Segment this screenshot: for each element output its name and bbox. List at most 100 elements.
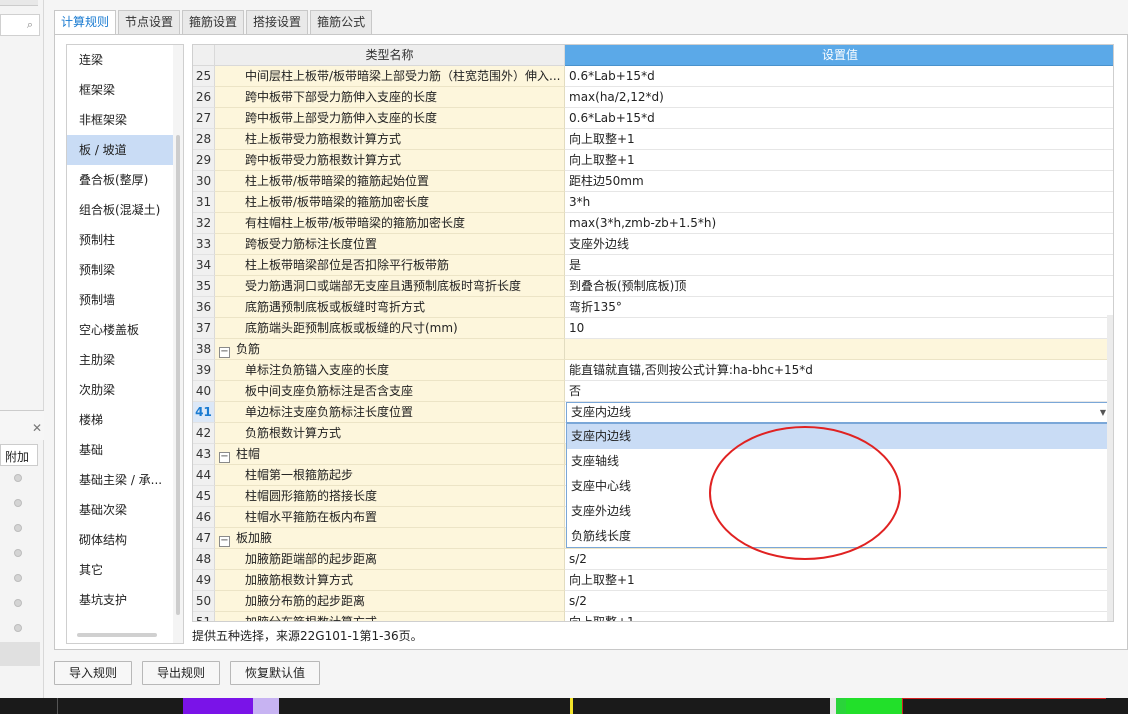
export-rules-button[interactable]: 导出规则: [142, 661, 221, 685]
setting-value-cell[interactable]: [565, 339, 1113, 360]
collapse-icon[interactable]: −: [219, 347, 230, 358]
close-icon[interactable]: ✕: [32, 421, 42, 435]
group-name-cell[interactable]: − 板加腋: [215, 528, 565, 549]
table-row[interactable]: 32 有柱帽柱上板带/板带暗梁的箍筋加密长度 max(3*h,zmb-zb+1.5*…: [193, 213, 1113, 234]
fujia-label[interactable]: 附加: [0, 444, 38, 466]
setting-value-cell[interactable]: 是: [565, 255, 1113, 276]
radio-dot[interactable]: [14, 599, 22, 607]
radio-dot[interactable]: [14, 574, 22, 582]
category-item[interactable]: 基础主梁 / 承...: [67, 465, 173, 495]
setting-value-cell[interactable]: 10: [565, 318, 1113, 339]
tab-bar: 计算规则 节点设置 箍筋设置 搭接设置 箍筋公式: [54, 10, 374, 35]
table-row[interactable]: 26 跨中板带下部受力筋伸入支座的长度 max(ha/2,12*d): [193, 87, 1113, 108]
table-row[interactable]: 28 柱上板带受力筋根数计算方式 向上取整+1: [193, 129, 1113, 150]
grid-scrollbar[interactable]: [1107, 315, 1113, 621]
table-row[interactable]: 48 加腋筋距端部的起步距离 s/2: [193, 549, 1113, 570]
category-item[interactable]: 楼梯: [67, 405, 173, 435]
setting-value-cell[interactable]: 弯折135°: [565, 297, 1113, 318]
category-item[interactable]: 次肋梁: [67, 375, 173, 405]
chevron-down-icon[interactable]: ▼: [1100, 403, 1106, 422]
tab-content: 连梁 框架梁 非框架梁板 / 坡道 叠合板(整厚) 组合板(混凝土) 预制柱 预制梁 预制墙空…: [54, 34, 1128, 650]
tab-4[interactable]: 箍筋公式: [310, 10, 373, 34]
category-item[interactable]: 组合板(混凝土): [67, 195, 173, 225]
table-row[interactable]: 34 柱上板带暗梁部位是否扣除平行板带筋 是: [193, 255, 1113, 276]
setting-value-cell[interactable]: 向上取整+1: [565, 570, 1113, 591]
category-item[interactable]: 框架梁: [67, 75, 173, 105]
table-row[interactable]: 31 柱上板带/板带暗梁的箍筋加密长度 3*h: [193, 192, 1113, 213]
table-row[interactable]: 25 中间层柱上板带/板带暗梁上部受力筋（柱宽范围外）伸入... 0.6*Lab+1…: [193, 66, 1113, 87]
setting-value-cell[interactable]: 3*h: [565, 192, 1113, 213]
setting-value-cell[interactable]: 向上取整+1: [565, 612, 1113, 621]
category-item[interactable]: 基坑支护: [67, 585, 173, 615]
table-row[interactable]: 30 柱上板带/板带暗梁的箍筋起始位置 距柱边50mm: [193, 171, 1113, 192]
table-row[interactable]: 36 底筋遇预制底板或板缝时弯折方式 弯折135°: [193, 297, 1113, 318]
collapse-icon[interactable]: −: [219, 452, 230, 463]
setting-value-cell[interactable]: s/2: [565, 549, 1113, 570]
tab-3[interactable]: 搭接设置: [246, 10, 309, 34]
radio-dot[interactable]: [14, 624, 22, 632]
table-row[interactable]: 49 加腋筋根数计算方式 向上取整+1: [193, 570, 1113, 591]
dropdown-option[interactable]: 支座轴线: [567, 449, 1113, 474]
setting-value-cell[interactable]: 支座外边线: [565, 234, 1113, 255]
type-name-text: 跨中板带受力筋根数计算方式: [245, 153, 402, 167]
dropdown-option[interactable]: 支座外边线: [567, 499, 1113, 524]
radio-dot[interactable]: [14, 549, 22, 557]
setting-value-cell[interactable]: s/2: [565, 591, 1113, 612]
category-item[interactable]: 主肋梁: [67, 345, 173, 375]
category-item[interactable]: 基础次梁: [67, 495, 173, 525]
dropdown-option[interactable]: 负筋线长度: [567, 524, 1113, 549]
row-number: 43: [193, 444, 215, 465]
category-item[interactable]: 预制墙: [67, 285, 173, 315]
radio-dot[interactable]: [14, 524, 22, 532]
category-item[interactable]: 板 / 坡道: [67, 135, 173, 165]
group-name-cell[interactable]: − 负筋: [215, 339, 565, 360]
table-row[interactable]: 50 加腋分布筋的起步距离 s/2: [193, 591, 1113, 612]
setting-value-cell[interactable]: 到叠合板(预制底板)顶: [565, 276, 1113, 297]
table-row[interactable]: 29 跨中板带受力筋根数计算方式 向上取整+1: [193, 150, 1113, 171]
radio-dot[interactable]: [14, 499, 22, 507]
category-scrollbar[interactable]: [173, 45, 183, 643]
table-row[interactable]: 35 受力筋遇洞口或端部无支座且遇预制底板时弯折长度 到叠合板(预制底板)顶: [193, 276, 1113, 297]
setting-value-cell[interactable]: 向上取整+1: [565, 129, 1113, 150]
category-item[interactable]: 其它: [67, 555, 173, 585]
setting-value-cell[interactable]: max(3*h,zmb-zb+1.5*h): [565, 213, 1113, 234]
radio-dot[interactable]: [14, 474, 22, 482]
scrollbar-thumb[interactable]: [176, 135, 180, 615]
category-item[interactable]: 连梁: [67, 45, 173, 75]
group-name-cell[interactable]: − 柱帽: [215, 444, 565, 465]
setting-value-cell[interactable]: 能直锚就直锚,否则按公式计算:ha-bhc+15*d: [565, 360, 1113, 381]
setting-value-cell[interactable]: 0.6*Lab+15*d: [565, 66, 1113, 87]
tab-0[interactable]: 计算规则: [54, 10, 117, 35]
background-search-box[interactable]: ⌕: [0, 14, 40, 36]
table-row[interactable]: 33 跨板受力筋标注长度位置 支座外边线: [193, 234, 1113, 255]
setting-value-cell[interactable]: 向上取整+1: [565, 150, 1113, 171]
type-name-text: 加腋分布筋的起步距离: [245, 594, 366, 608]
category-item[interactable]: 非框架梁: [67, 105, 173, 135]
category-item[interactable]: 空心楼盖板: [67, 315, 173, 345]
setting-value-cell[interactable]: 距柱边50mm: [565, 171, 1113, 192]
category-item[interactable]: 砌体结构: [67, 525, 173, 555]
setting-value-combobox[interactable]: 支座内边线 ▼: [566, 402, 1113, 423]
dropdown-option[interactable]: 支座中心线: [567, 474, 1113, 499]
category-item[interactable]: 叠合板(整厚): [67, 165, 173, 195]
table-row[interactable]: 39 单标注负筋锚入支座的长度 能直锚就直锚,否则按公式计算:ha-bhc+15*d: [193, 360, 1113, 381]
table-row[interactable]: 37 底筋端头距预制底板或板缝的尺寸(mm) 10: [193, 318, 1113, 339]
setting-value-cell[interactable]: 0.6*Lab+15*d: [565, 108, 1113, 129]
table-row[interactable]: 51 加腋分布筋根数计算方式 向上取整+1: [193, 612, 1113, 621]
setting-value-cell[interactable]: max(ha/2,12*d): [565, 87, 1113, 108]
dropdown-option[interactable]: 支座内边线: [567, 424, 1113, 449]
tab-2[interactable]: 箍筋设置: [182, 10, 245, 34]
category-item[interactable]: 预制梁: [67, 255, 173, 285]
import-rules-button[interactable]: 导入规则: [54, 661, 133, 685]
restore-defaults-button[interactable]: 恢复默认值: [230, 661, 321, 685]
tab-1[interactable]: 节点设置: [118, 10, 181, 34]
collapse-icon[interactable]: −: [219, 536, 230, 547]
category-item[interactable]: 预制柱: [67, 225, 173, 255]
category-hscrollbar[interactable]: [77, 633, 157, 637]
table-row[interactable]: 27 跨中板带上部受力筋伸入支座的长度 0.6*Lab+15*d: [193, 108, 1113, 129]
table-row[interactable]: 40 板中间支座负筋标注是否含支座 否: [193, 381, 1113, 402]
group-row[interactable]: 38− 负筋: [193, 339, 1113, 360]
type-name-cell: 加腋筋根数计算方式: [215, 570, 565, 591]
setting-value-cell[interactable]: 否: [565, 381, 1113, 402]
category-item[interactable]: 基础: [67, 435, 173, 465]
